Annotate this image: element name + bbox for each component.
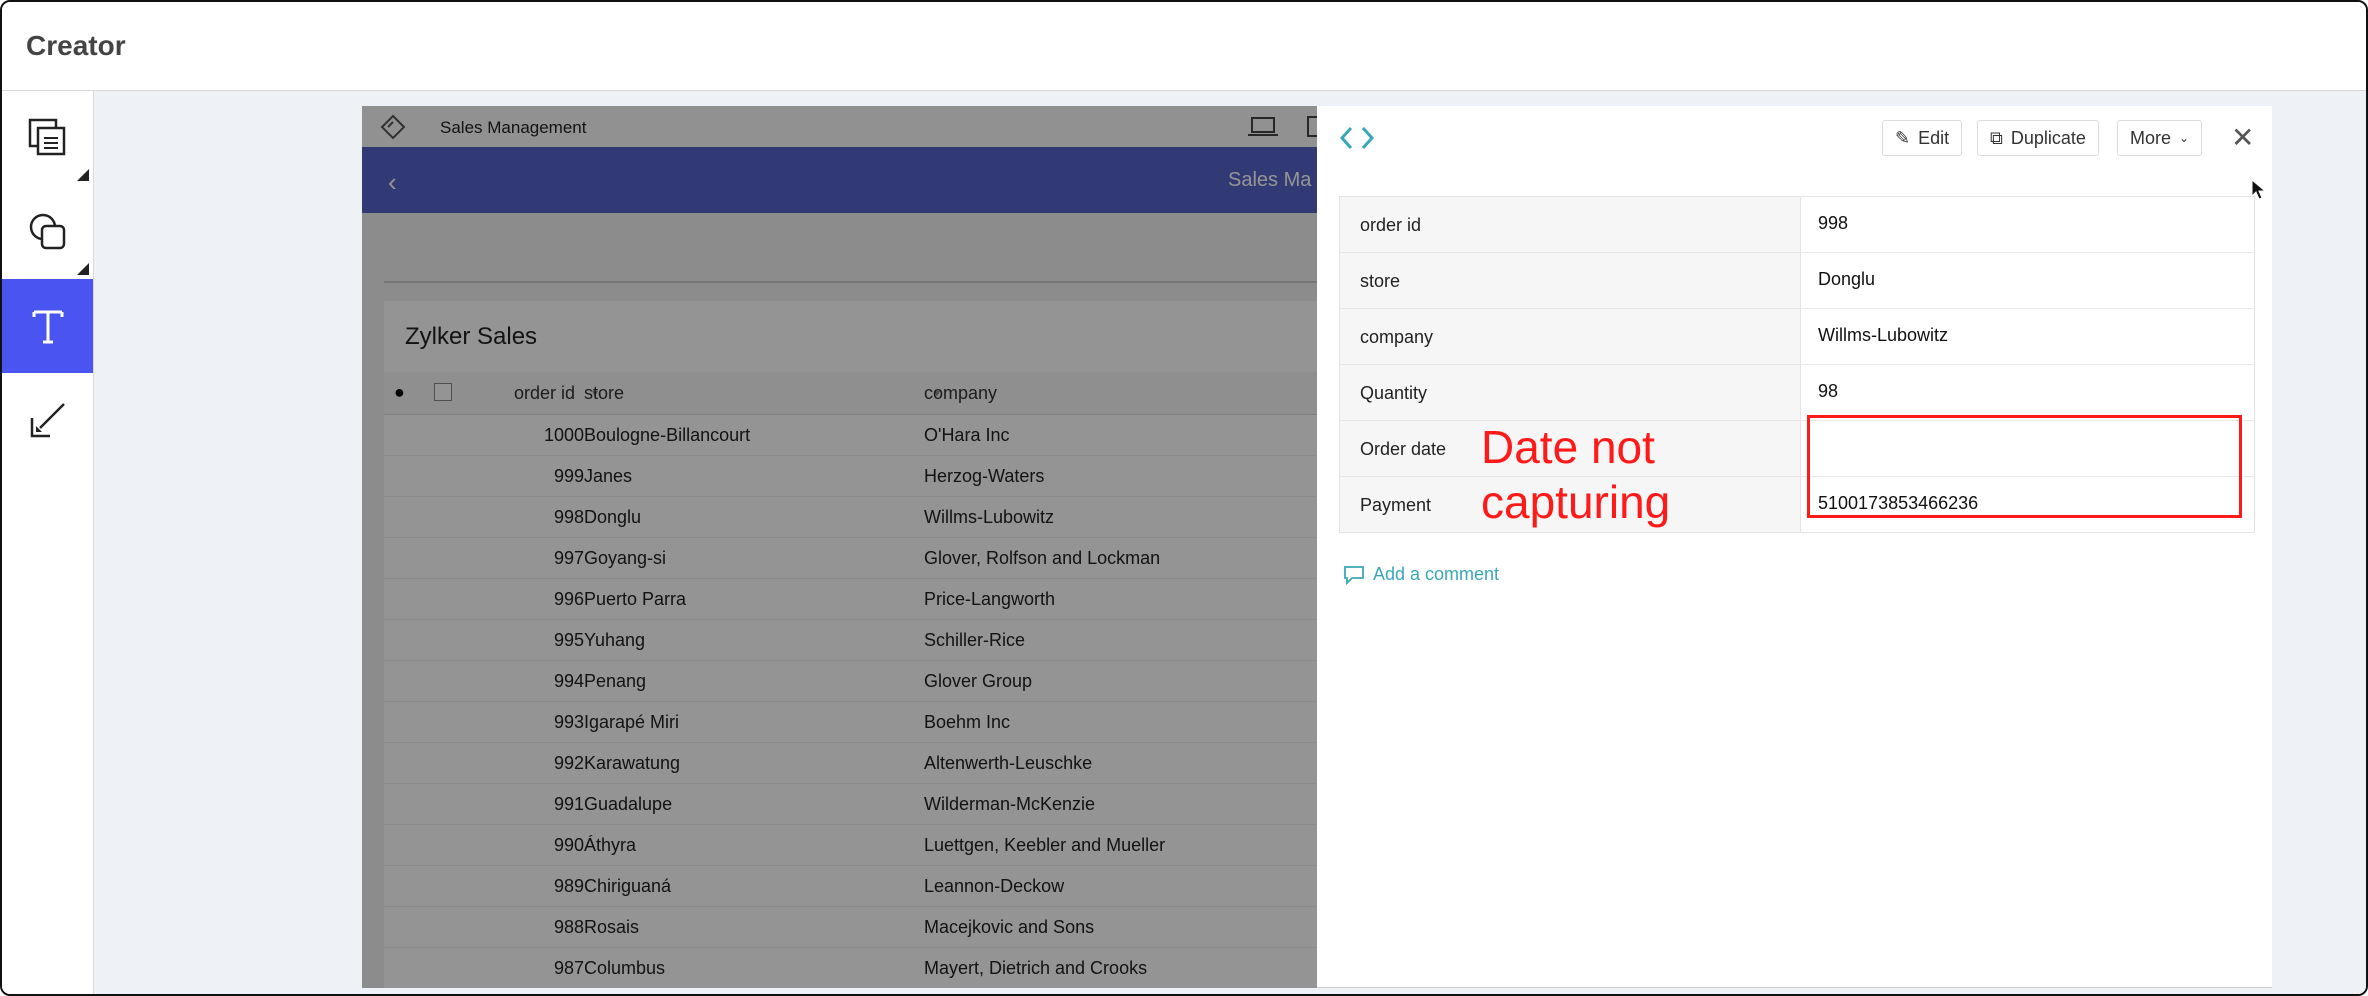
annotation-text[interactable]: Date not capturing [1481,420,1670,530]
edit-button-label: Edit [1918,127,1950,148]
text-icon [32,310,63,344]
duplicate-button-label: Duplicate [2010,127,2086,148]
submenu-indicator [77,263,89,275]
copy-tool-button[interactable] [2,91,93,185]
field-label: Order date [1360,439,1447,459]
edit-button[interactable]: ✎ Edit [1882,120,1963,156]
submenu-indicator [77,169,89,181]
text-tool-button[interactable] [2,279,93,373]
divider [1317,987,2272,988]
shapes-tool-button[interactable] [2,185,93,279]
chevron-down-icon: ⌄ [2179,131,2190,145]
add-comment-link[interactable]: Add a comment [1343,564,1499,585]
field-value: 98 [1818,381,1839,401]
record-detail-panel: ✎ Edit ⧉ Duplicate More ⌄ ✕ order id 998 s… [1317,106,2272,988]
code-icon[interactable] [1339,124,1375,152]
field-label: Payment [1360,495,1432,515]
tool-rail [2,91,94,994]
field-row: company Willms-Lubowitz [1340,309,2254,365]
pen-tool-button[interactable] [2,373,93,467]
copy-icon [28,118,65,156]
more-button-label: More [2130,127,2172,148]
field-value: Willms-Lubowitz [1818,325,1949,345]
top-bar: Creator [2,2,2366,91]
more-button[interactable]: More ⌄ [2117,120,2203,156]
annotation-rectangle[interactable] [1807,415,2242,518]
field-value: 998 [1818,213,1849,233]
field-label: company [1360,327,1434,347]
comment-icon [1344,565,1364,585]
field-label-cell [1340,253,1801,308]
mouse-cursor-icon [2251,179,2267,200]
field-row: Quantity 98 [1340,365,2254,421]
duplicate-icon: ⧉ [1990,127,2003,148]
app-title: Creator [26,30,126,61]
modal-backdrop[interactable] [362,106,1317,988]
field-row: store Donglu [1340,253,2254,309]
annotation-line-2: capturing [1481,476,1671,528]
annotation-line-1: Date not [1481,421,1655,473]
duplicate-button[interactable]: ⧉ Duplicate [1977,120,2099,156]
pencil-icon: ✎ [1895,127,1911,148]
add-comment-label: Add a comment [1373,564,1500,584]
close-icon[interactable]: ✕ [2231,124,2254,152]
app-window: Creator Sales Management ‹ Sales Ma Zylk… [0,0,2368,996]
shapes-icon [29,213,65,250]
field-label: Quantity [1360,383,1428,403]
field-label: store [1360,271,1401,291]
field-row: order id 998 [1340,197,2254,253]
sales-app: Sales Management ‹ Sales Ma Zylker Sales… [362,106,1317,988]
field-label: order id [1360,215,1422,235]
field-value: Donglu [1818,269,1876,289]
pen-icon [30,403,65,438]
